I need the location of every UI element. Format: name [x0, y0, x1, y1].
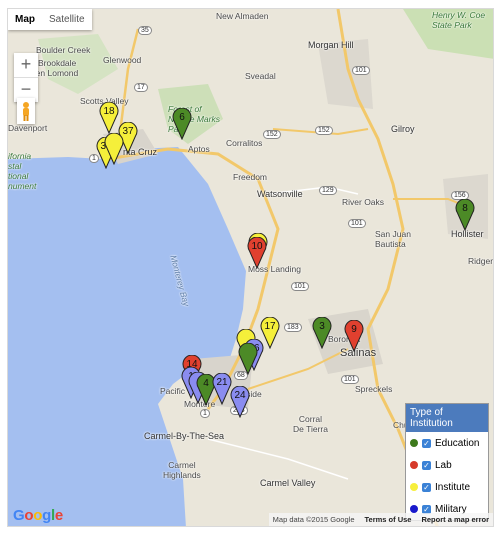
legend-label: Education	[435, 437, 480, 449]
route-shield: 152	[263, 130, 281, 139]
legend-row-education[interactable]: ✓ Education	[406, 432, 488, 454]
place-aptos: Aptos	[188, 144, 210, 154]
map-marker[interactable]: 24	[230, 386, 250, 418]
road-carmel-valley	[207, 438, 349, 480]
place-river-oaks: River Oaks	[342, 197, 385, 207]
place-california-coastal: ifornia stal tional nument	[8, 151, 37, 191]
map-type-map-button[interactable]: Map	[8, 9, 42, 30]
route-shield: 101	[341, 375, 359, 384]
ocean	[8, 147, 246, 526]
map-marker[interactable]: 3	[312, 317, 332, 349]
zoom-control: + −	[14, 53, 38, 102]
place-san-juan-bautista: San Juan Bautista	[375, 229, 411, 249]
place-morgan-hill: Morgan Hill	[308, 40, 354, 50]
route-shield: 183	[284, 323, 302, 332]
institute-dot-icon	[410, 483, 418, 491]
route-shield: 152	[315, 126, 333, 135]
route-shield: 101	[291, 282, 309, 291]
map-type-satellite-button[interactable]: Satellite	[42, 9, 92, 30]
legend-label: Institute	[435, 481, 471, 493]
legend-label: Lab	[435, 459, 452, 471]
map-marker[interactable]	[238, 343, 258, 375]
institution-type-legend: Type of Institution ✓ Education ✓ Lab ✓ …	[405, 403, 489, 521]
map-marker[interactable]: 6	[172, 108, 192, 140]
lab-dot-icon	[410, 461, 418, 469]
place-davenport: Davenport	[8, 123, 48, 133]
map-footer: Map data ©2015 Google Terms of Use Repor…	[268, 513, 493, 526]
route-shield: 1	[200, 409, 210, 418]
route-shield: 17	[134, 83, 148, 92]
map-marker[interactable]: 9	[344, 320, 364, 352]
place-freedom: Freedom	[233, 172, 268, 182]
route-shield: 129	[319, 186, 337, 195]
place-carmel-highlands: Carmel Highlands	[163, 460, 201, 480]
pegman-street-view-button[interactable]	[17, 98, 35, 124]
google-logo[interactable]: Google	[13, 507, 63, 524]
place-gilroy: Gilroy	[391, 124, 415, 134]
education-dot-icon	[410, 439, 418, 447]
map-type-control: Map Satellite	[8, 9, 92, 30]
route-shield: 35	[138, 26, 152, 35]
place-glenwood: Glenwood	[103, 55, 142, 65]
map-marker[interactable]: 21	[212, 373, 232, 405]
place-new-almaden: New Almaden	[216, 11, 269, 21]
map-marker[interactable]: 18	[99, 102, 119, 134]
place-carmel-valley: Carmel Valley	[260, 478, 316, 488]
place-watsonville: Watsonville	[257, 189, 303, 199]
place-sveadal: Sveadal	[245, 71, 276, 81]
place-boulder-creek: Boulder Creek	[36, 45, 91, 55]
map-marker[interactable]: 8	[455, 199, 475, 231]
place-brookdale: Brookdale	[38, 58, 77, 68]
institute-checkbox[interactable]: ✓	[422, 482, 431, 492]
place-henry-coe: Henry W. Coe State Park	[432, 10, 486, 30]
map-marker[interactable]: 10	[247, 237, 267, 269]
map-canvas[interactable]: New Almaden Boulder Creek Glenwood Brook…	[7, 8, 494, 527]
military-dot-icon	[410, 505, 418, 513]
legend-row-lab[interactable]: ✓ Lab	[406, 454, 488, 476]
place-carmel-by-the-sea: Carmel-By-The-Sea	[144, 431, 225, 441]
terms-of-use-link[interactable]: Terms of Use	[365, 515, 412, 524]
lab-checkbox[interactable]: ✓	[422, 460, 431, 470]
place-spreckels: Spreckels	[355, 384, 393, 394]
map-marker[interactable]	[104, 133, 124, 165]
route-shield: 101	[352, 66, 370, 75]
place-ridgemark: Ridgem	[468, 256, 493, 266]
pegman-icon	[23, 102, 29, 121]
report-map-error-link[interactable]: Report a map error	[421, 515, 489, 524]
legend-title: Type of Institution	[406, 404, 488, 432]
place-corralitos: Corralitos	[226, 138, 263, 148]
place-corral-de-tierra: Corral De Tierra	[293, 414, 328, 434]
legend-row-institute[interactable]: ✓ Institute	[406, 476, 488, 498]
education-checkbox[interactable]: ✓	[422, 438, 431, 448]
route-shield: 101	[348, 219, 366, 228]
zoom-in-button[interactable]: +	[14, 53, 38, 77]
map-data-attribution: Map data ©2015 Google	[272, 515, 355, 524]
